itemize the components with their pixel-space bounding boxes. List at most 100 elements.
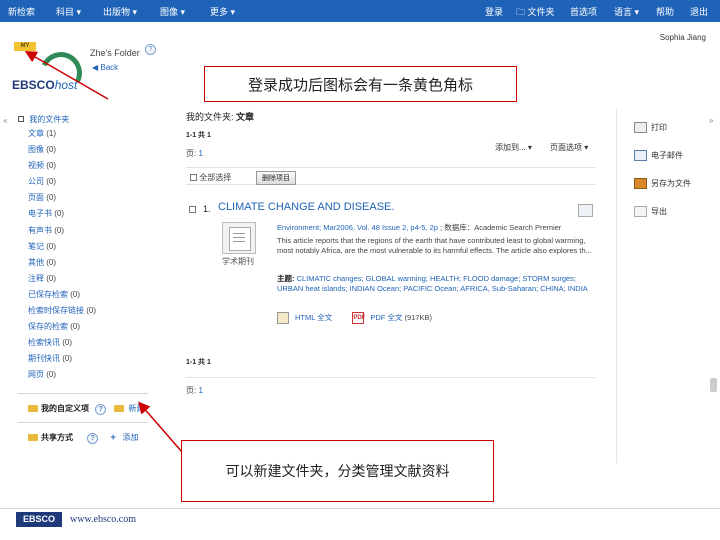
sidebar-item-notes[interactable]: 笔记 (0) — [28, 241, 96, 257]
footer-url[interactable]: www.ebsco.com — [70, 514, 136, 525]
sidebar-divider — [18, 422, 148, 423]
sidebar-item-pages[interactable]: 页面 (0) — [28, 192, 96, 208]
sidebar-item-search-links[interactable]: 检索时保存链接 (0) — [28, 305, 96, 321]
nav-folder[interactable]: 🗀 文件夹 — [516, 5, 555, 21]
sidebar-item-label: 笔记 — [28, 241, 44, 251]
collapse-right-icon[interactable]: » — [709, 116, 713, 125]
add-to-dropdown[interactable]: 添加到... ▾ — [495, 142, 532, 153]
subjects-label: 主题: — [277, 274, 295, 283]
sidebar-item-label: 期刊快讯 — [28, 354, 60, 364]
new-folder-icon[interactable] — [114, 405, 125, 413]
sidebar-item-companies[interactable]: 公司 (0) — [28, 176, 96, 192]
page-number-link[interactable]: 1 — [198, 386, 202, 395]
sidebar-item-ebooks[interactable]: 电子书 (0) — [28, 208, 96, 224]
sidebar-item-count: (0) — [86, 306, 97, 316]
sidebar-item-count: (0) — [70, 322, 81, 332]
sidebar-item-label: 检索快讯 — [28, 338, 60, 348]
nav-more[interactable]: 更多 ▾ — [210, 5, 235, 18]
page-label: 页: — [186, 386, 197, 395]
academic-journal-icon — [222, 222, 256, 254]
result-source[interactable]: Environment; Mar2006, Vol. 48 Issue 2, p… — [277, 223, 438, 232]
result-title-link[interactable]: CLIMATE CHANGE AND DISEASE. — [218, 201, 394, 213]
sidebar-item-label: 视频 — [28, 161, 44, 171]
sidebar-item-audiobooks[interactable]: 有声书 (0) — [28, 225, 96, 241]
sidebar-item-articles[interactable]: 文章 (1) — [28, 128, 96, 144]
ebscohost-logo[interactable]: EBSCOhost — [12, 78, 77, 92]
select-all-checkbox[interactable] — [190, 174, 197, 182]
sidebar-heading-label: 我的文件夹 — [29, 115, 70, 124]
collapse-left-icon[interactable]: « — [3, 116, 7, 125]
result-subjects: 主题: CLIMATIC changes; GLOBAL warming; HE… — [277, 274, 597, 294]
annotation-callout-top: 登录成功后图标会有一条黄色角标 — [204, 66, 517, 102]
export-label: 导出 — [651, 207, 667, 216]
nav-publications[interactable]: 出版物 ▾ — [103, 5, 137, 18]
nav-folder-label: 文件夹 — [527, 7, 555, 17]
sidebar-item-count: (0) — [46, 161, 57, 171]
nav-help[interactable]: 帮助 — [656, 5, 674, 18]
sidebar-item-journal-alerts[interactable]: 期刊快讯 (0) — [28, 353, 96, 369]
page-label: 页: — [186, 149, 197, 158]
delete-items-button[interactable]: 删除项目 — [256, 171, 296, 185]
pdf-fulltext-link[interactable]: PDF 全文 — [370, 313, 402, 322]
content-divider — [186, 377, 596, 378]
add-icon[interactable]: + — [110, 433, 118, 442]
sidebar-item-search-alerts[interactable]: 检索快讯 (0) — [28, 337, 96, 353]
nav-images[interactable]: 图像 ▾ — [160, 5, 185, 18]
sidebar-item-other[interactable]: 其他 (0) — [28, 257, 96, 273]
sidebar-heading[interactable]: 我的文件夹 — [18, 114, 69, 125]
help-icon[interactable]: ? — [87, 433, 99, 444]
help-icon[interactable]: ? — [95, 404, 107, 415]
html-fulltext-icon[interactable] — [277, 312, 289, 325]
add-shared-link[interactable]: 添加 — [122, 433, 138, 442]
print-label: 打印 — [651, 123, 667, 132]
back-link[interactable]: ◀ Back — [92, 63, 118, 72]
html-fulltext-link[interactable]: HTML 全文 — [295, 313, 332, 322]
select-all[interactable]: 全部选择 — [190, 172, 231, 183]
sidebar-item-label: 公司 — [28, 177, 44, 187]
nav-languages[interactable]: 语言 ▾ — [614, 5, 639, 18]
sidebar-item-count: (0) — [70, 289, 81, 299]
subject-terms[interactable]: CLIMATIC changes; GLOBAL warming; HEALTH… — [277, 274, 588, 293]
nav-login[interactable]: 登录 — [485, 5, 503, 18]
new-folder-link[interactable]: 新建 — [128, 404, 144, 413]
sidebar-item-label: 注释 — [28, 273, 44, 283]
scrollbar[interactable] — [710, 378, 717, 392]
annotation-callout-bottom: 可以新建文件夹，分类管理文献资料 — [181, 440, 494, 502]
result-toolbar: 全部选择 删除项目 — [186, 167, 596, 185]
collapse-box-icon[interactable] — [18, 116, 24, 122]
select-all-label: 全部选择 — [199, 173, 232, 182]
sidebar-item-count: (0) — [46, 257, 57, 267]
sidebar-item-saved-searches[interactable]: 已保存检索 (0) — [28, 289, 96, 305]
sidebar-item-count: (0) — [54, 209, 65, 219]
pdf-icon[interactable]: PDF — [352, 312, 365, 325]
page-title-value: 文章 — [236, 112, 255, 122]
email-tool[interactable]: 电子邮件 — [634, 150, 683, 162]
sidebar-item-count: (0) — [46, 145, 57, 155]
nav-new-search[interactable]: 新检索 — [8, 5, 35, 18]
help-icon[interactable]: ? — [145, 44, 156, 55]
result-abstract: This article reports that the regions of… — [277, 236, 592, 255]
sidebar-item-web-pages[interactable]: 网页 (0) — [28, 369, 96, 385]
nav-preferences[interactable]: 首选项 — [570, 5, 597, 18]
sidebar-item-videos[interactable]: 视频 (0) — [28, 160, 96, 176]
folder-icon — [28, 405, 38, 413]
result-checkbox[interactable] — [189, 206, 196, 213]
print-tool[interactable]: 打印 — [634, 122, 667, 134]
page-number-link[interactable]: 1 — [198, 149, 202, 158]
export-tool[interactable]: 导出 — [634, 206, 667, 218]
folder-icon — [28, 434, 38, 442]
nav-exit[interactable]: 退出 — [690, 5, 708, 18]
save-tool[interactable]: 另存为文件 — [634, 178, 691, 190]
sidebar-item-annotations[interactable]: 注释 (0) — [28, 273, 96, 289]
page-options-dropdown[interactable]: 页面选项 ▾ — [550, 142, 588, 153]
sidebar-item-count: (0) — [46, 177, 57, 187]
nav-subjects[interactable]: 科目 ▾ — [56, 5, 81, 18]
sidebar-item-persistent-searches[interactable]: 保存的检索 (0) — [28, 321, 96, 337]
footer-ebsco-logo: EBSCO — [16, 512, 62, 527]
custom-folders-label: 我的自定义项 — [41, 404, 89, 413]
sidebar-item-images[interactable]: 图像 (0) — [28, 144, 96, 160]
sidebar-item-count: (0) — [54, 225, 65, 235]
shared-section: 共享方式 ? + 添加 — [28, 432, 138, 444]
sidebar-item-label: 已保存检索 — [28, 289, 68, 299]
preview-icon[interactable] — [578, 204, 593, 217]
